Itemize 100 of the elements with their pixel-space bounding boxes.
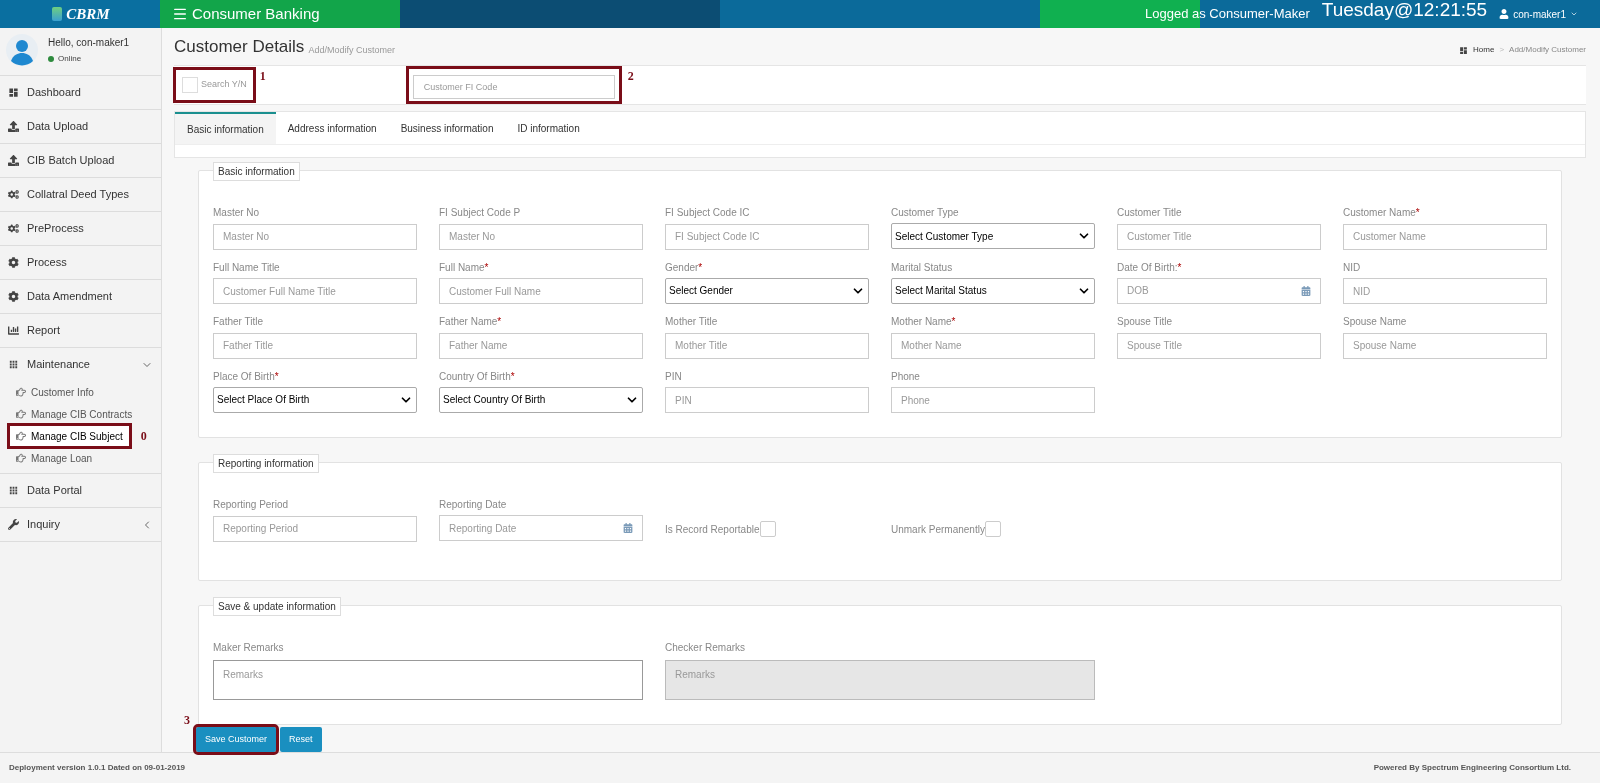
field-label: Master No [213, 206, 261, 218]
input-field[interactable]: Customer Full Name Title [213, 278, 417, 304]
input-field[interactable]: Master No [213, 223, 417, 250]
input-field[interactable]: Spouse Name [1343, 332, 1547, 359]
calendar-icon [623, 523, 633, 533]
field-label: PIN [665, 369, 683, 382]
field-label: Mother Name* [891, 315, 957, 327]
pointing-hand-icon [16, 453, 26, 463]
input-field[interactable]: Customer Full Name [439, 278, 643, 304]
field-label: Reporting Date [439, 498, 508, 510]
field-label: Mother Title [665, 315, 719, 327]
breadcrumb-separator: > [1499, 44, 1505, 56]
checkbox[interactable] [759, 521, 776, 537]
annotation-number: 3 [184, 712, 190, 729]
field-label: Full Name* [439, 260, 490, 273]
checkbox-label: Is Record Reportable [665, 522, 760, 537]
user-menu[interactable]: con-maker1 [1499, 6, 1578, 22]
powered-by-text: Powered By Spectrum Engineering Consortium Ltd. [1373, 762, 1571, 774]
field-label: Customer Name* [1343, 206, 1421, 218]
field-label: Customer Title [1117, 206, 1183, 218]
field-label: Spouse Title [1117, 315, 1174, 327]
input-field[interactable]: Father Name [439, 332, 643, 359]
input-field[interactable]: Master No [439, 223, 643, 250]
version-text: Deployment version 1.0.1 Dated on 09-01-2019 [9, 762, 186, 774]
clock-text: Tuesday@12:21:55 [1321, 0, 1488, 22]
breadcrumb-item[interactable]: Home [1473, 44, 1495, 56]
field-label: Spouse Name [1343, 315, 1408, 327]
status-text: Online [58, 52, 82, 65]
reset-button[interactable]: Reset [280, 727, 322, 753]
submenu-item[interactable]: Manage CIB Contracts [10, 404, 139, 424]
input-field[interactable]: FI Subject Code IC [665, 223, 869, 250]
submenu-item[interactable]: Manage CIB Subject [10, 426, 129, 446]
field-label: Checker Remarks [665, 641, 747, 655]
sidebar-item[interactable]: Maintenance [0, 348, 161, 381]
sidebar-item[interactable]: Collatral Deed Types [0, 178, 161, 211]
gear-icon [8, 291, 19, 302]
checkbox[interactable] [182, 77, 198, 93]
app-logo: CBRM [66, 4, 110, 24]
field-label: Father Title [213, 315, 265, 327]
sidebar-item[interactable]: CIB Batch Upload [0, 144, 161, 177]
input-field[interactable]: Reporting Period [213, 515, 417, 542]
sidebar-item[interactable]: Dashboard [0, 76, 161, 109]
checkbox-label: Unmark Permanently [891, 522, 985, 537]
field-label: Country Of Birth* [439, 369, 516, 382]
sidebar-item[interactable]: Data Upload [0, 110, 161, 143]
app-title: Consumer Banking [192, 3, 320, 24]
input-field[interactable]: Spouse Title [1117, 332, 1321, 359]
gears-icon [8, 223, 19, 234]
annotation-number: 1 [259, 68, 266, 85]
grid-icon [8, 359, 19, 370]
pointing-hand-icon [16, 409, 26, 419]
page-subtitle: Add/Modify Customer [308, 43, 395, 57]
select-field[interactable]: Select Place Of Birth [213, 386, 417, 413]
input-field[interactable]: Phone [891, 387, 1095, 413]
upload-icon [8, 121, 19, 132]
section-legend: Basic information [213, 162, 300, 181]
sidebar-item[interactable]: Data Amendment [0, 280, 161, 313]
input-field[interactable]: Mother Name [891, 332, 1095, 359]
section-legend: Reporting information [213, 454, 319, 473]
gear-icon [8, 257, 19, 268]
pointing-hand-icon [16, 387, 26, 397]
select-field[interactable]: Select Country Of Birth [439, 386, 643, 413]
field-label: Maker Remarks [213, 641, 285, 655]
pointing-hand-icon [16, 431, 26, 441]
caret-icon [1570, 10, 1578, 18]
grid-icon [8, 485, 19, 496]
select-field[interactable]: Select Gender [665, 277, 869, 304]
field-label: Date Of Birth:* [1117, 260, 1183, 273]
upload-icon [8, 155, 19, 166]
input-field[interactable]: NID [1343, 278, 1547, 304]
menu-icon[interactable] [172, 6, 188, 22]
calendar-icon [1301, 285, 1311, 296]
dashboard-icon [8, 87, 19, 98]
input-field[interactable]: Customer Title [1117, 223, 1321, 250]
field-label: NID [1343, 260, 1362, 273]
sidebar-item[interactable]: Process [0, 246, 161, 279]
select-field[interactable]: Select Customer Type [891, 223, 1095, 249]
section-legend: Save & update information [213, 597, 341, 616]
breadcrumb-item: Add/Modify Customer [1509, 44, 1586, 56]
input-field[interactable]: PIN [665, 387, 869, 413]
select-field[interactable]: Select Marital Status [891, 277, 1095, 304]
bar-chart-icon [8, 325, 19, 336]
sidebar-item[interactable]: Report [0, 314, 161, 347]
fi-code-field[interactable]: Customer FI Code [405, 66, 622, 104]
submenu-item[interactable]: Manage Loan [10, 448, 99, 468]
input-field[interactable]: Customer Name [1343, 223, 1547, 250]
sidebar-item[interactable]: Inquiry [0, 508, 161, 541]
field-label: FI Subject Code P [439, 206, 522, 218]
checkbox[interactable] [984, 521, 1001, 537]
sidebar-item[interactable]: PreProcess [0, 212, 161, 245]
annotation-number: 2 [627, 68, 634, 85]
gears-icon [8, 189, 19, 200]
submenu-item[interactable]: Customer Info [10, 382, 100, 402]
input-field[interactable]: Father Title [213, 332, 417, 359]
user-avatar-icon [6, 33, 38, 66]
save-button[interactable]: Save Customer [196, 727, 277, 753]
tab[interactable]: Basic information [175, 112, 276, 144]
input-field[interactable]: Mother Title [665, 332, 869, 359]
sidebar-item[interactable]: Data Portal [0, 474, 161, 507]
field-label: Reporting Period [213, 498, 290, 510]
